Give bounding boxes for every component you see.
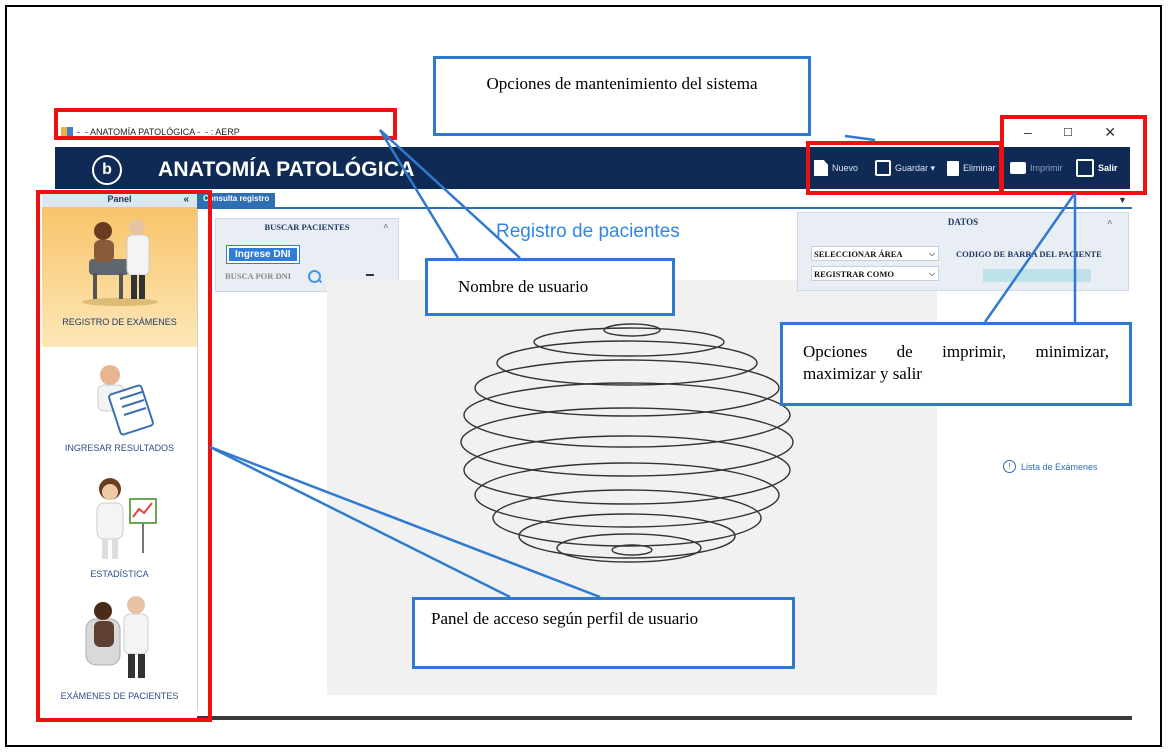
callout-panel: Panel de acceso según perfil de usuario [412, 597, 795, 669]
callout-opciones: Opciones de imprimir, minimizar, maximiz… [780, 322, 1132, 406]
callout-usuario: Nombre de usuario [425, 258, 675, 316]
callout-mantenimiento: Opciones de mantenimiento del sistema [433, 56, 811, 136]
